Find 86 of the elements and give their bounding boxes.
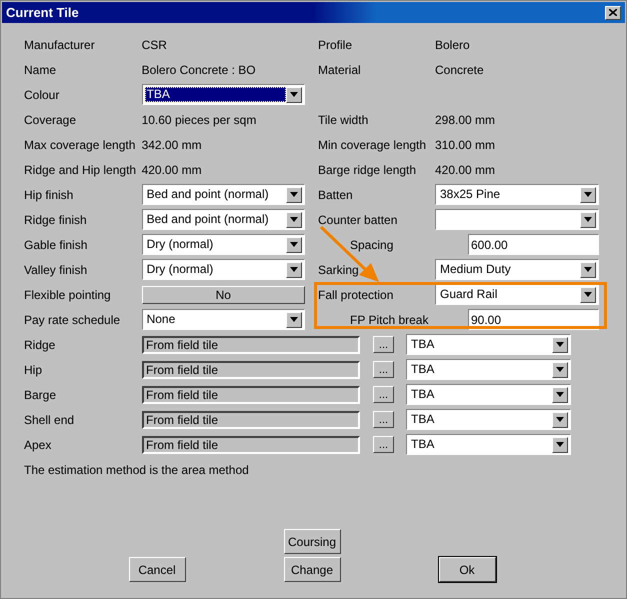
dialog-button[interactable]: Change <box>284 557 340 582</box>
dropdown-field[interactable]: TBA <box>406 334 571 355</box>
dropdown-field[interactable]: TBA <box>406 384 571 405</box>
field-label: Gable finish <box>24 236 88 254</box>
field-label: Barge ridge length <box>318 162 418 178</box>
field-label: Material <box>318 62 362 78</box>
browse-button[interactable]: ... <box>373 436 394 453</box>
dropdown-value: Bed and point (normal) <box>146 187 270 202</box>
field-label: Apex <box>24 436 52 454</box>
dropdown-field[interactable]: TBA <box>406 409 571 430</box>
field-value: 342.00 mm <box>142 136 203 154</box>
field-label: Ridge finish <box>24 212 88 228</box>
field-label: Hip finish <box>24 186 74 204</box>
field-label: Batten <box>318 186 354 204</box>
source-field: From field tile <box>142 410 360 428</box>
dropdown-field[interactable]: Guard Rail <box>435 284 599 305</box>
dropdown-field[interactable]: TBA <box>142 84 305 105</box>
dropdown-value: TBA <box>410 437 436 452</box>
toggle-button[interactable]: No <box>142 286 305 304</box>
dropdown-value: TBA <box>410 337 436 352</box>
dropdown-field[interactable]: Dry (normal) <box>142 234 305 255</box>
dialog-button[interactable]: Cancel <box>128 557 186 582</box>
estimation-note: The estimation method is the area method <box>24 462 249 478</box>
dropdown-value: Dry (normal) <box>146 237 214 252</box>
field-label: Ridge and Hip length <box>24 162 138 178</box>
browse-button[interactable]: ... <box>373 361 394 378</box>
field-label: Min coverage length <box>318 136 428 154</box>
dropdown-value: TBA <box>410 387 436 402</box>
dropdown-value: 38x25 Pine <box>439 187 502 202</box>
source-field: From field tile <box>142 386 360 404</box>
dropdown-field[interactable]: Medium Duty <box>435 259 599 280</box>
source-field: From field tile <box>142 436 360 454</box>
field-value: CSR <box>142 36 168 54</box>
field-label: Tile width <box>318 112 370 128</box>
window-title: Current Tile <box>6 4 79 22</box>
dropdown-field[interactable]: 38x25 Pine <box>435 184 599 205</box>
field-value: 310.00 mm <box>435 136 496 154</box>
field-label: Name <box>24 62 58 78</box>
number-input[interactable]: 600.00 <box>468 234 599 255</box>
browse-button[interactable]: ... <box>373 411 394 428</box>
dropdown-field[interactable]: TBA <box>406 359 571 380</box>
field-label: Colour <box>24 86 60 104</box>
field-label: Spacing <box>349 236 394 254</box>
dropdown-field[interactable]: Bed and point (normal) <box>142 184 305 205</box>
dropdown-value: TBA <box>410 412 436 427</box>
field-value: 420.00 mm <box>435 162 496 178</box>
field-label: Profile <box>318 36 354 54</box>
field-label: FP Pitch break <box>349 312 430 328</box>
source-field: From field tile <box>142 336 360 354</box>
dropdown-value: None <box>146 312 176 327</box>
dropdown-value: TBA <box>410 362 436 377</box>
field-value: 298.00 mm <box>435 112 496 128</box>
field-label: Ridge <box>24 336 56 354</box>
field-label: Coverage <box>24 112 78 128</box>
dropdown-value: Guard Rail <box>439 287 498 302</box>
dropdown-value: Dry (normal) <box>146 262 214 277</box>
dropdown-field[interactable]: TBA <box>406 434 571 455</box>
field-label: Shell end <box>24 412 76 428</box>
dialog-button[interactable]: Ok <box>438 557 496 582</box>
dropdown-value: TBA <box>144 87 286 102</box>
field-value: 10.60 pieces per sqm <box>142 112 258 128</box>
dropdown-field[interactable] <box>435 209 599 230</box>
field-label: Flexible pointing <box>24 286 112 304</box>
field-label: Manufacturer <box>24 36 96 54</box>
dropdown-field[interactable]: None <box>142 309 305 330</box>
field-label: Sarking <box>318 262 360 278</box>
field-label: Counter batten <box>318 212 398 228</box>
field-label: Hip <box>24 362 44 378</box>
source-field: From field tile <box>142 360 360 378</box>
dialog-button[interactable]: Coursing <box>284 529 340 554</box>
field-label: Max coverage length <box>24 136 136 154</box>
field-label: Fall protection <box>318 286 394 304</box>
field-value: Concrete <box>435 62 485 78</box>
browse-button[interactable]: ... <box>373 386 394 403</box>
field-value: Bolero Concrete : BO <box>142 62 257 78</box>
browse-button[interactable]: ... <box>373 336 394 353</box>
field-value: 420.00 mm <box>142 162 203 178</box>
dropdown-field[interactable]: Dry (normal) <box>142 259 305 280</box>
field-label: Pay rate schedule <box>24 312 122 328</box>
close-icon[interactable] <box>605 6 621 20</box>
dropdown-value: Medium Duty <box>439 262 512 277</box>
field-value: Bolero <box>435 36 471 54</box>
field-label: Valley finish <box>24 262 88 278</box>
dropdown-field[interactable]: Bed and point (normal) <box>142 209 305 230</box>
dropdown-value: Bed and point (normal) <box>146 212 270 227</box>
field-label: Barge <box>24 386 58 404</box>
